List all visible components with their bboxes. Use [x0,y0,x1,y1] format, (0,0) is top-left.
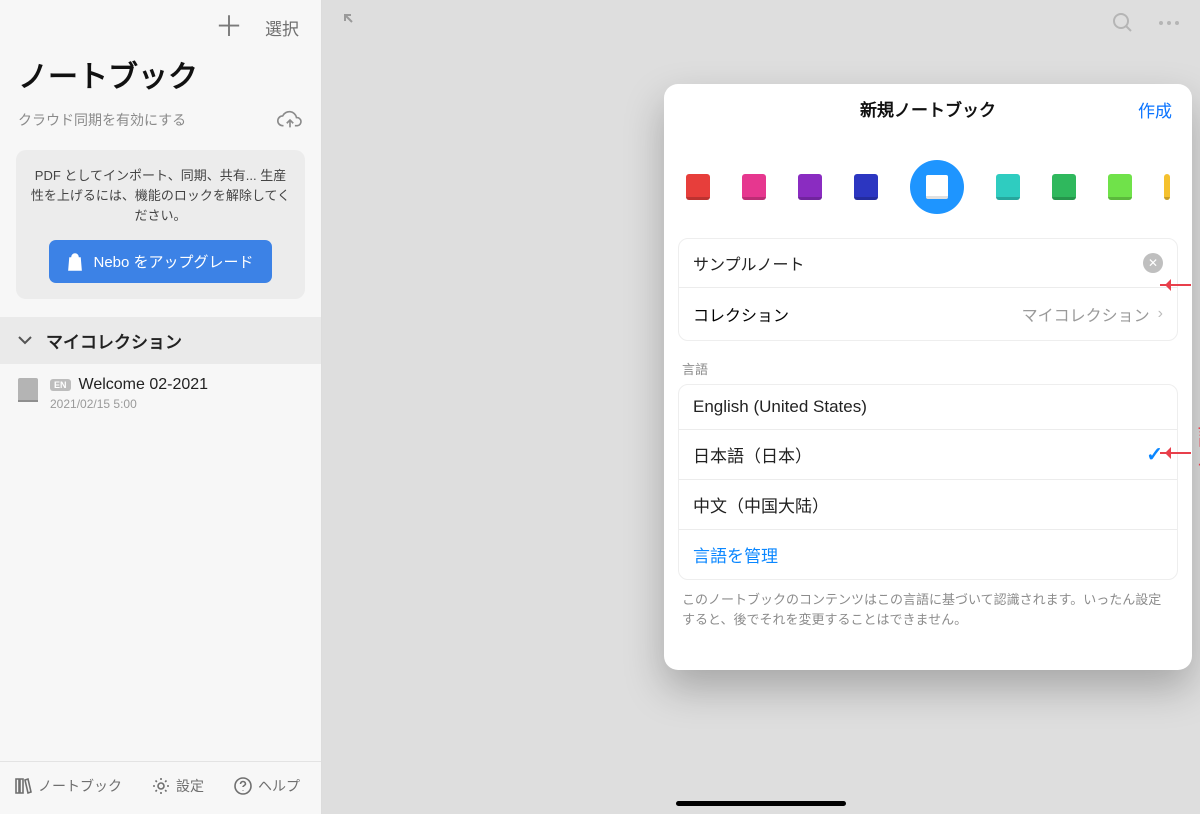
notebook-name-input[interactable] [693,254,1143,272]
sidebar-title: ノートブック [0,44,321,106]
home-indicator [676,801,846,806]
color-option[interactable] [1108,174,1132,200]
add-icon[interactable]: ＋ [215,13,243,41]
nav-help[interactable]: ヘルプ [234,776,300,796]
gear-icon [152,777,170,795]
color-option[interactable] [798,174,822,200]
shopping-bag-icon [67,253,83,271]
cloud-sync-label[interactable]: クラウド同期を有効にする [18,110,186,130]
nav-settings[interactable]: 設定 [152,776,204,796]
color-option[interactable] [686,174,710,200]
check-icon: ✓ [1146,442,1163,467]
collection-value: マイコレクション [1022,302,1150,326]
collection-name: マイコレクション [46,328,182,353]
language-option-label: English (United States) [693,397,867,417]
color-option[interactable] [742,174,766,200]
select-button[interactable]: 選択 [265,15,299,40]
nav-settings-label: 設定 [176,776,204,796]
color-option[interactable] [1164,174,1170,200]
upgrade-promo: PDF としてインポート、同期、共有... 生産性を上げるには、機能のロックを解… [16,150,305,299]
language-option[interactable]: 中文（中国大陆） [679,479,1177,529]
create-button[interactable]: 作成 [1138,97,1172,122]
color-option[interactable] [1052,174,1076,200]
language-option-label: 中文（中国大陆） [693,492,829,517]
language-option[interactable]: English (United States) [679,385,1177,429]
note-lang-badge: EN [50,379,71,391]
upgrade-button-label: Nebo をアップグレード [93,251,253,272]
color-option-selected[interactable] [910,160,964,214]
note-date: 2021/02/15 5:00 [50,397,208,411]
sidebar: ＋ 選択 ノートブック クラウド同期を有効にする PDF としてインポート、同期… [0,0,322,814]
promo-text: PDF としてインポート、同期、共有... 生産性を上げるには、機能のロックを解… [30,166,291,226]
nav-notebook-label: ノートブック [38,776,122,796]
main-area: してください。 新規ノートブック 作成 ✕ コレクション マイコレクション › [322,0,1200,814]
language-list: English (United States) 日本語（日本） ✓ 中文（中国大陆） 言… [678,384,1178,580]
collection-row[interactable]: コレクション マイコレクション › [679,287,1177,340]
new-notebook-modal: 新規ノートブック 作成 ✕ コレクション マイコレクション › 言語 [664,84,1192,670]
color-option[interactable] [996,174,1020,200]
language-section-label: 言語 [664,341,1192,384]
color-picker-row [664,132,1192,238]
language-option-label: 日本語（日本） [693,442,812,467]
cloud-upload-icon[interactable] [277,110,303,130]
upgrade-button[interactable]: Nebo をアップグレード [49,240,271,283]
collection-label: コレクション [693,302,789,326]
notebook-thumb-icon [18,378,38,402]
books-icon [14,777,32,795]
help-icon [234,777,252,795]
chevron-down-icon [18,336,32,345]
nav-notebook[interactable]: ノートブック [14,776,122,796]
manage-languages[interactable]: 言語を管理 [679,529,1177,579]
note-title: Welcome 02-2021 [79,376,209,394]
clear-name-icon[interactable]: ✕ [1143,253,1163,273]
language-option[interactable]: 日本語（日本） ✓ [679,429,1177,479]
chevron-right-icon: › [1158,305,1163,323]
manage-languages-label: 言語を管理 [693,542,778,567]
modal-title: 新規ノートブック [860,96,996,121]
sidebar-bottom-nav: ノートブック 設定 ヘルプ [0,761,321,814]
nav-help-label: ヘルプ [258,776,300,796]
color-option[interactable] [854,174,878,200]
collection-header[interactable]: マイコレクション [0,317,321,364]
language-note: このノートブックのコンテンツはこの言語に基づいて認識されます。いったん設定すると… [664,580,1192,630]
note-item[interactable]: EN Welcome 02-2021 2021/02/15 5:00 [0,364,321,423]
